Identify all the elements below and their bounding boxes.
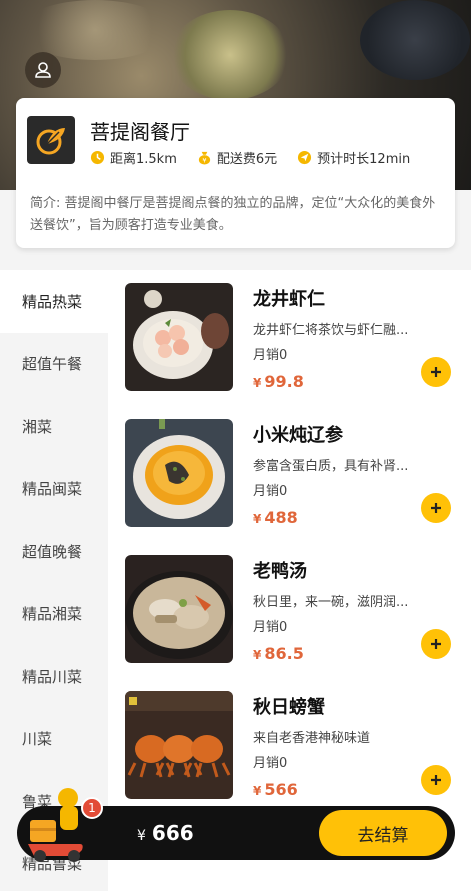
dish-description: 来自老香港神秘味道 <box>253 731 371 746</box>
dish-description: 参富含蛋白质，具有补肾... <box>253 459 409 474</box>
shop-meta: 距离1.5km ¥ 配送费6元 预计时长12min <box>90 148 410 167</box>
dish-price: ¥86.5 <box>253 644 304 663</box>
delivery-fee-info: ¥ 配送费6元 <box>197 148 277 167</box>
cart-count-badge: 1 <box>81 797 103 819</box>
plus-icon <box>431 639 441 649</box>
add-to-cart-button[interactable] <box>421 493 451 523</box>
dish-image <box>125 691 233 799</box>
shop-description: 简介: 菩提阁中餐厅是菩提阁点餐的独立的品牌，定位“大众化的美食外送餐饮”，旨为… <box>30 196 436 233</box>
dish-description: 秋日里，来一碗，滋阴润... <box>253 595 409 610</box>
delivery-fee-text: 配送费6元 <box>216 152 278 167</box>
add-to-cart-button[interactable] <box>421 357 451 387</box>
cart-total: ¥666 <box>137 821 194 845</box>
dish-name: 老鸭汤 <box>253 561 307 582</box>
dish-sales: 月销0 <box>253 484 288 499</box>
dish-sales: 月销0 <box>253 620 288 635</box>
svg-text:¥: ¥ <box>202 157 206 165</box>
checkout-button[interactable]: 去结算 <box>319 810 447 856</box>
dish-price: ¥566 <box>253 780 298 799</box>
add-to-cart-button[interactable] <box>421 629 451 659</box>
dish-image <box>125 283 233 391</box>
dish-name: 小米炖辽参 <box>253 425 343 446</box>
dish-price: ¥488 <box>253 508 298 527</box>
dish-list: 龙井虾仁 龙井虾仁将茶饮与虾仁融... 月销0 ¥99.8 小米炖辽参 参富含蛋… <box>108 270 471 891</box>
category-item[interactable]: 超值晚餐 <box>0 520 108 583</box>
category-item[interactable]: 精品闽菜 <box>0 458 108 521</box>
dish-item[interactable]: 老鸭汤 秋日里，来一碗，滋阴润... 月销0 ¥86.5 <box>108 542 471 678</box>
category-item[interactable]: 川菜 <box>0 708 108 771</box>
user-icon[interactable] <box>25 52 61 88</box>
dish-description: 龙井虾仁将茶饮与虾仁融... <box>253 323 409 338</box>
dish-sales: 月销0 <box>253 348 288 363</box>
dish-image <box>125 419 233 527</box>
plus-icon <box>431 775 441 785</box>
dish-image <box>125 555 233 663</box>
add-to-cart-button[interactable] <box>421 765 451 795</box>
plus-icon <box>431 367 441 377</box>
navigation-arrow-icon <box>298 150 312 165</box>
category-item[interactable]: 超值午餐 <box>0 333 108 396</box>
money-bag-icon: ¥ <box>198 151 210 165</box>
category-item[interactable]: 精品热菜 <box>0 270 108 333</box>
dish-name: 秋日螃蟹 <box>253 697 325 718</box>
distance-text: 距离1.5km <box>110 152 177 167</box>
dish-sales: 月销0 <box>253 756 288 771</box>
dish-item[interactable]: 秋日螃蟹 来自老香港神秘味道 月销0 ¥566 <box>108 678 471 814</box>
plus-icon <box>431 503 441 513</box>
distance-info: 距离1.5km <box>90 148 177 167</box>
category-item[interactable]: 湘菜 <box>0 395 108 458</box>
category-item[interactable]: 精品湘菜 <box>0 583 108 646</box>
leaf-logo-icon <box>27 116 75 164</box>
dish-item[interactable]: 小米炖辽参 参富含蛋白质，具有补肾... 月销0 ¥488 <box>108 406 471 542</box>
eta-text: 预计时长12min <box>317 152 411 167</box>
eta-info: 预计时长12min <box>297 148 410 167</box>
shop-info-card: 菩提阁餐厅 距离1.5km ¥ 配送费6元 预计时长12min 简介: 菩提阁中 <box>16 98 455 248</box>
dish-name: 龙井虾仁 <box>253 289 325 310</box>
dish-price: ¥99.8 <box>253 372 304 391</box>
shop-name: 菩提阁餐厅 <box>90 120 190 144</box>
dish-item[interactable]: 龙井虾仁 龙井虾仁将茶饮与虾仁融... 月销0 ¥99.8 <box>108 270 471 406</box>
clock-icon <box>90 150 105 165</box>
category-item[interactable]: 精品川菜 <box>0 645 108 708</box>
delivery-rider-icon[interactable] <box>20 784 90 864</box>
